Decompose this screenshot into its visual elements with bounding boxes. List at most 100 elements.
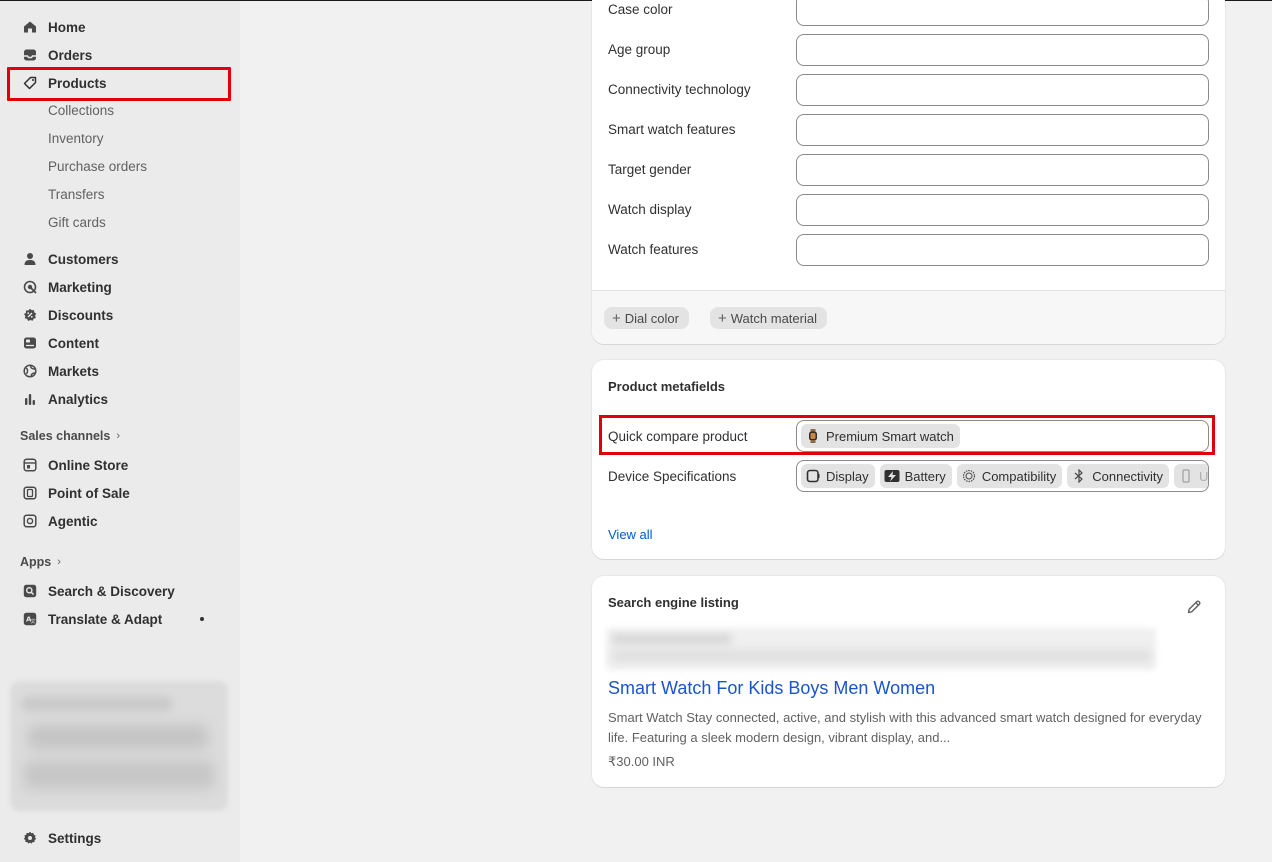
product-metafields-card: Product metafields Quick compare product… bbox=[592, 360, 1225, 559]
chip-label: Dial color bbox=[624, 310, 679, 326]
sidebar-item-label: Search & Discovery bbox=[48, 583, 175, 599]
bar-chart-icon bbox=[22, 391, 38, 407]
usb-icon bbox=[1178, 468, 1194, 484]
sales-channels-heading-label: Sales channels bbox=[20, 429, 111, 443]
home-icon bbox=[22, 19, 38, 35]
compatibility-icon bbox=[961, 468, 977, 484]
sidebar-item-label: Orders bbox=[48, 47, 93, 63]
bluetooth-icon bbox=[1071, 468, 1087, 484]
store-info-blurred bbox=[10, 681, 228, 811]
sidebar-item-marketing[interactable]: Marketing bbox=[12, 273, 228, 301]
sidebar-item-label: Analytics bbox=[48, 391, 109, 407]
sidebar-item-analytics[interactable]: Analytics bbox=[12, 385, 228, 413]
target-gender-field[interactable] bbox=[796, 154, 1209, 186]
sidebar-subitem-label: Gift cards bbox=[48, 215, 106, 230]
sidebar-item-discounts[interactable]: Discounts bbox=[12, 301, 228, 329]
sidebar-item-label: Content bbox=[48, 335, 99, 351]
spec-pill-us[interactable]: US bbox=[1174, 464, 1208, 488]
sidebar-subitem-label: Inventory bbox=[48, 131, 104, 146]
add-watch-material-button[interactable]: + Watch material bbox=[710, 307, 827, 329]
seo-page-title: Smart Watch For Kids Boys Men Women bbox=[608, 678, 936, 698]
search-engine-listing-card: Search engine listing Smart Watch For Ki… bbox=[592, 576, 1225, 787]
sidebar-item-agentic[interactable]: Agentic bbox=[12, 507, 228, 535]
category-attributes-card: Case color Age group Connectivity techno… bbox=[592, 0, 1225, 344]
attribute-label-case-color: Case color bbox=[608, 2, 673, 17]
watch-display-field[interactable] bbox=[796, 194, 1209, 226]
sidebar-item-label: Home bbox=[48, 19, 86, 35]
spec-label: Display bbox=[826, 468, 869, 484]
sidebar-item-content[interactable]: Content bbox=[12, 329, 228, 357]
notification-dot bbox=[200, 617, 204, 621]
target-icon bbox=[22, 279, 38, 295]
sidebar-item-customers[interactable]: Customers bbox=[12, 245, 228, 273]
attributes-footer: + Dial color + Watch material bbox=[592, 290, 1225, 344]
seo-card-title: Search engine listing bbox=[608, 595, 739, 610]
store-icon bbox=[22, 457, 38, 473]
spec-pill-connectivity[interactable]: Connectivity bbox=[1067, 464, 1170, 488]
apps-heading[interactable]: Apps › bbox=[20, 555, 61, 569]
metafields-title: Product metafields bbox=[608, 379, 726, 394]
sidebar-subitem-purchase-orders[interactable]: Purchase orders bbox=[12, 153, 228, 181]
seo-price: ₹30.00 INR bbox=[608, 754, 675, 769]
sidebar-subitem-collections[interactable]: Collections bbox=[12, 97, 228, 125]
attribute-label-connectivity: Connectivity technology bbox=[608, 82, 751, 97]
sidebar-item-point-of-sale[interactable]: Point of Sale bbox=[12, 479, 228, 507]
smart-watch-features-field[interactable] bbox=[796, 114, 1209, 146]
chip-label: Watch material bbox=[730, 310, 817, 326]
highlight-quick-compare bbox=[599, 415, 1215, 455]
person-icon bbox=[22, 251, 38, 267]
sidebar-item-online-store[interactable]: Online Store bbox=[12, 451, 228, 479]
sidebar-item-label: Settings bbox=[48, 830, 102, 846]
attribute-label-watch-display: Watch display bbox=[608, 202, 692, 217]
sidebar-item-translate-adapt[interactable]: A文 Translate & Adapt bbox=[12, 605, 228, 633]
inbox-icon bbox=[22, 47, 38, 63]
pos-icon bbox=[22, 485, 38, 501]
connectivity-technology-field[interactable] bbox=[796, 74, 1209, 106]
sidebar-subitem-label: Purchase orders bbox=[48, 159, 148, 174]
add-dial-color-button[interactable]: + Dial color bbox=[604, 307, 689, 329]
sidebar-item-label: Discounts bbox=[48, 307, 114, 323]
sidebar-subitem-gift-cards[interactable]: Gift cards bbox=[12, 209, 228, 237]
sidebar-item-label: Point of Sale bbox=[48, 485, 130, 501]
sidebar-item-label: Translate & Adapt bbox=[48, 611, 163, 627]
device-specifications-field[interactable]: Display Battery Compatibility Connectivi… bbox=[796, 460, 1209, 492]
sidebar-item-search-discovery[interactable]: Search & Discovery bbox=[12, 577, 228, 605]
sidebar-subitem-inventory[interactable]: Inventory bbox=[12, 125, 228, 153]
agentic-icon bbox=[22, 513, 38, 529]
sidebar-item-settings[interactable]: Settings bbox=[12, 824, 228, 852]
sidebar-item-markets[interactable]: Markets bbox=[12, 357, 228, 385]
attribute-label-age-group: Age group bbox=[608, 42, 671, 57]
sidebar-item-label: Agentic bbox=[48, 513, 98, 529]
translate-icon: A文 bbox=[22, 611, 38, 627]
svg-text:文: 文 bbox=[31, 618, 36, 625]
discount-icon bbox=[22, 307, 38, 323]
attribute-label-smart-watch-features: Smart watch features bbox=[608, 122, 736, 137]
seo-url-blurred bbox=[606, 628, 1156, 670]
sidebar-item-home[interactable]: Home bbox=[12, 13, 228, 41]
sidebar-item-label: Marketing bbox=[48, 279, 112, 295]
age-group-field[interactable] bbox=[796, 34, 1209, 66]
seo-description: Smart Watch Stay connected, active, and … bbox=[608, 710, 1202, 745]
plus-icon: + bbox=[718, 309, 727, 327]
sidebar-item-label: Customers bbox=[48, 251, 119, 267]
sidebar-subitem-label: Transfers bbox=[48, 187, 105, 202]
spec-pill-battery[interactable]: Battery bbox=[879, 464, 952, 488]
sales-channels-heading[interactable]: Sales channels › bbox=[20, 429, 120, 443]
chevron-right-icon: › bbox=[116, 430, 120, 442]
edit-pencil-icon[interactable] bbox=[1185, 598, 1203, 616]
spec-pill-display[interactable]: Display bbox=[801, 464, 875, 488]
search-icon bbox=[22, 583, 38, 599]
watch-features-field[interactable] bbox=[796, 234, 1209, 266]
attribute-label-watch-features: Watch features bbox=[608, 242, 699, 257]
sidebar-item-orders[interactable]: Orders bbox=[12, 41, 228, 69]
plus-icon: + bbox=[612, 309, 621, 327]
attribute-label-target-gender: Target gender bbox=[608, 162, 692, 177]
battery-icon bbox=[884, 468, 900, 484]
sidebar-subitem-transfers[interactable]: Transfers bbox=[12, 181, 228, 209]
sidebar: Home Orders Products Collections Invento… bbox=[0, 1, 240, 862]
case-color-field[interactable] bbox=[796, 0, 1209, 26]
spec-pill-compatibility[interactable]: Compatibility bbox=[956, 464, 1063, 488]
globe-icon bbox=[22, 363, 38, 379]
view-all-link[interactable]: View all bbox=[608, 527, 653, 542]
spec-label: Compatibility bbox=[981, 468, 1057, 484]
